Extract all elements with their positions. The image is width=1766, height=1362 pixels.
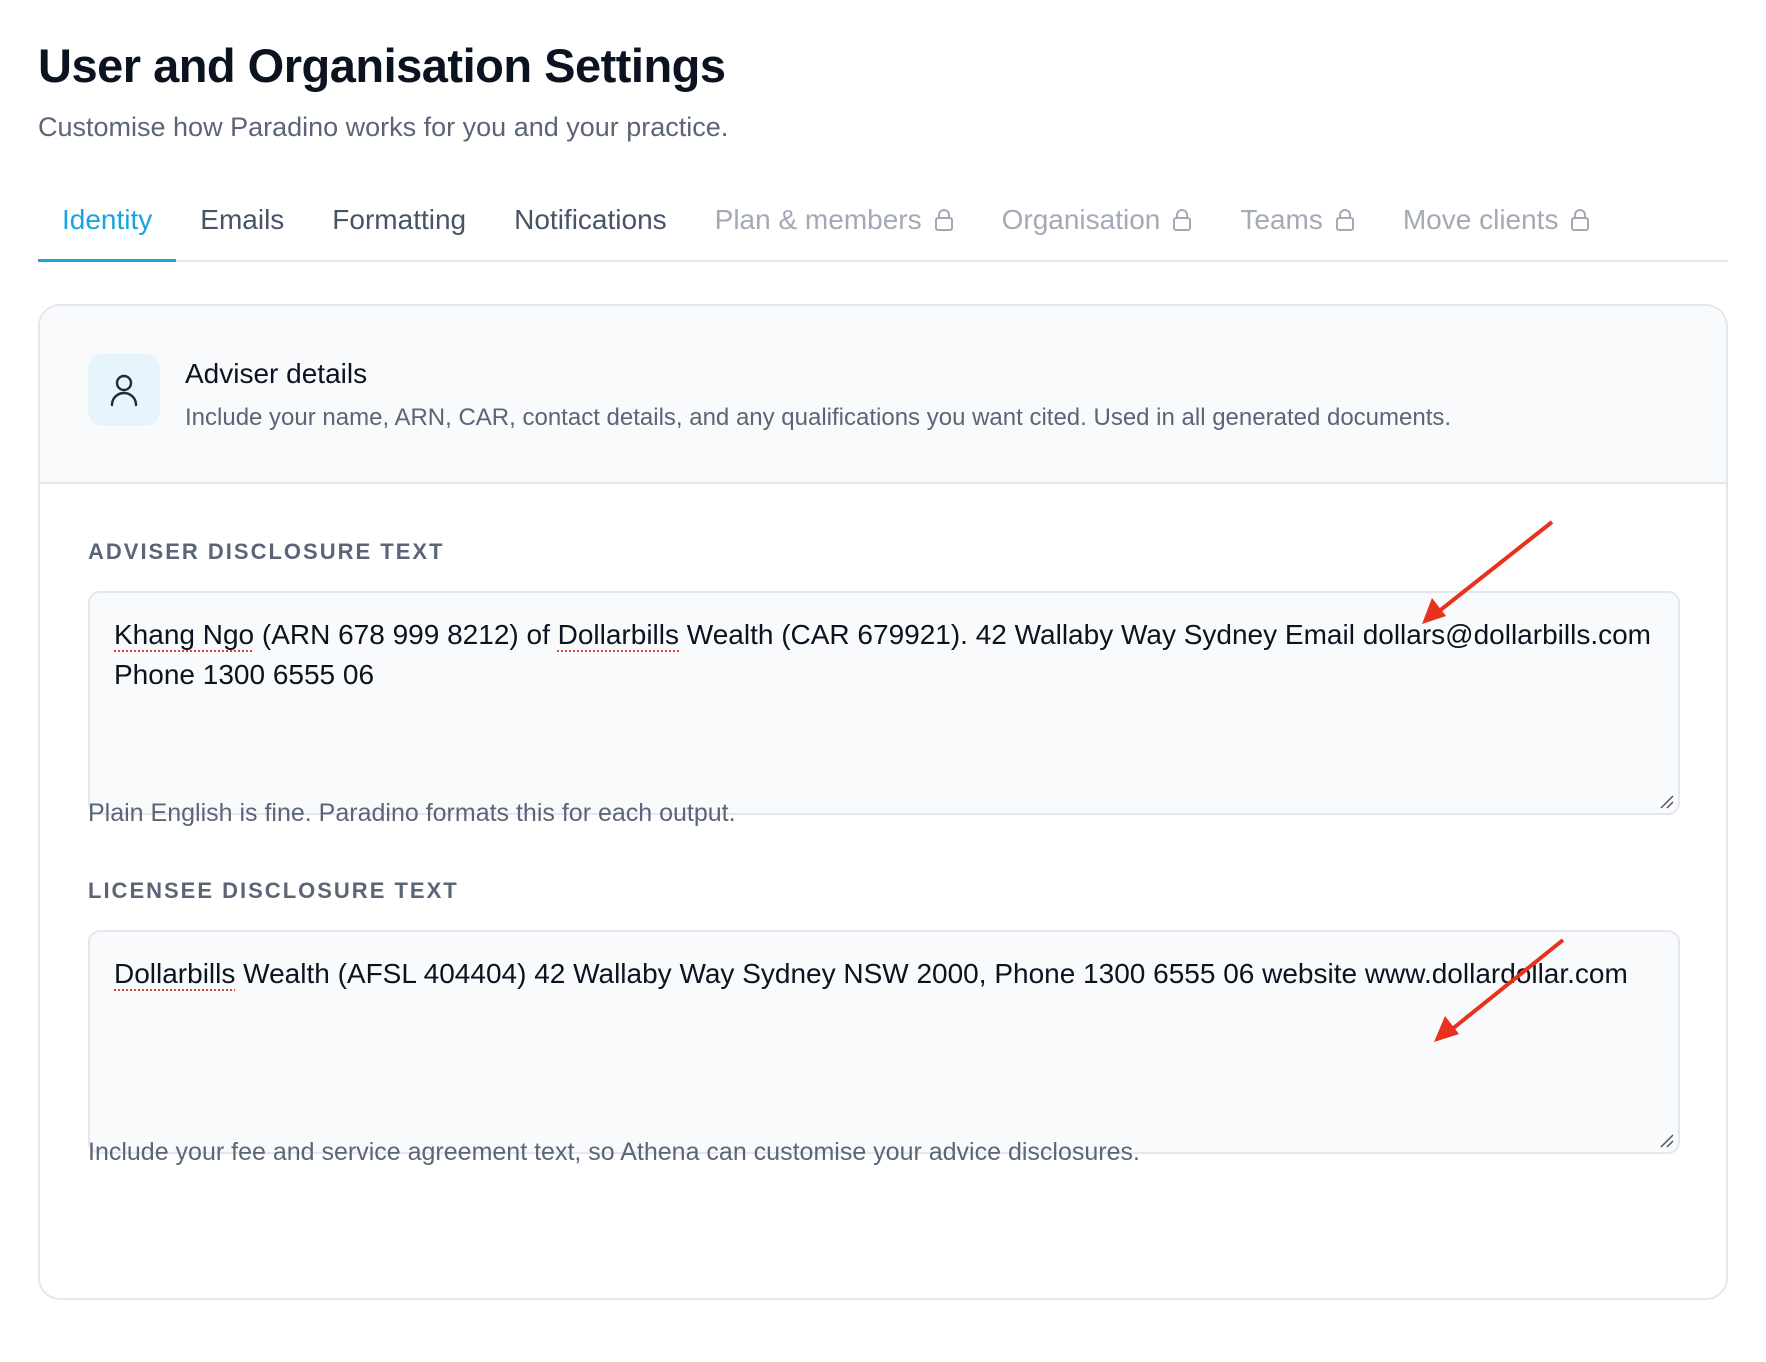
tab-emails[interactable]: Emails xyxy=(176,190,308,262)
settings-page: User and Organisation Settings Customise… xyxy=(0,0,1766,1362)
lock-icon xyxy=(1335,209,1354,231)
adviser-disclosure-label: ADVISER DISCLOSURE TEXT xyxy=(88,539,445,564)
tab-identity[interactable]: Identity xyxy=(38,190,177,262)
settings-tabs: Identity Emails Formatting Notifications… xyxy=(38,190,1728,262)
tab-label: Identity xyxy=(62,204,153,235)
lock-icon xyxy=(1571,209,1590,231)
lock-icon xyxy=(934,209,953,231)
tab-label: Notifications xyxy=(514,204,667,235)
adviser-disclosure-textarea[interactable]: Khang Ngo (ARN 678 999 8212) of Dollarbi… xyxy=(88,591,1680,815)
tab-teams[interactable]: Teams xyxy=(1216,190,1378,262)
text-segment: Dollarbills xyxy=(557,619,679,650)
lock-icon xyxy=(1173,209,1192,231)
resize-handle-icon[interactable] xyxy=(1658,793,1674,809)
page-subtitle: Customise how Paradino works for you and… xyxy=(38,112,729,142)
card-title: Adviser details xyxy=(185,358,368,389)
tab-plan-members[interactable]: Plan & members xyxy=(691,190,978,262)
licensee-disclosure-textarea[interactable]: Dollarbills Wealth (AFSL 404404) 42 Wall… xyxy=(88,930,1680,1154)
licensee-disclosure-helper: Include your fee and service agreement t… xyxy=(88,1138,1140,1166)
card-description: Include your name, ARN, CAR, contact det… xyxy=(185,404,1452,431)
tab-label: Plan & members xyxy=(714,204,922,235)
text-segment: Wealth (AFSL 404404) 42 Wallaby Way Sydn… xyxy=(235,958,1628,989)
tab-label: Organisation xyxy=(1001,204,1161,235)
licensee-disclosure-label: LICENSEE DISCLOSURE TEXT xyxy=(88,878,459,903)
tab-label: Teams xyxy=(1240,204,1323,235)
tab-label: Formatting xyxy=(332,204,467,235)
tab-label: Move clients xyxy=(1402,204,1559,235)
text-segment: Khang Ngo xyxy=(114,619,255,650)
card-header: Adviser details Include your name, ARN, … xyxy=(40,306,1726,484)
resize-handle-icon[interactable] xyxy=(1658,1132,1674,1148)
tab-formatting[interactable]: Formatting xyxy=(308,190,490,262)
adviser-disclosure-helper: Plain English is fine. Paradino formats … xyxy=(88,799,736,827)
user-icon xyxy=(88,354,160,426)
tab-move-clients[interactable]: Move clients xyxy=(1379,190,1615,262)
text-segment: (ARN 678 999 8212) of xyxy=(254,619,558,650)
adviser-details-card: Adviser details Include your name, ARN, … xyxy=(38,304,1728,1300)
tab-label: Emails xyxy=(200,204,285,235)
tab-organisation[interactable]: Organisation xyxy=(978,190,1217,262)
text-segment: Dollarbills xyxy=(114,958,236,989)
page-title: User and Organisation Settings xyxy=(38,39,726,92)
tab-notifications[interactable]: Notifications xyxy=(490,190,691,262)
